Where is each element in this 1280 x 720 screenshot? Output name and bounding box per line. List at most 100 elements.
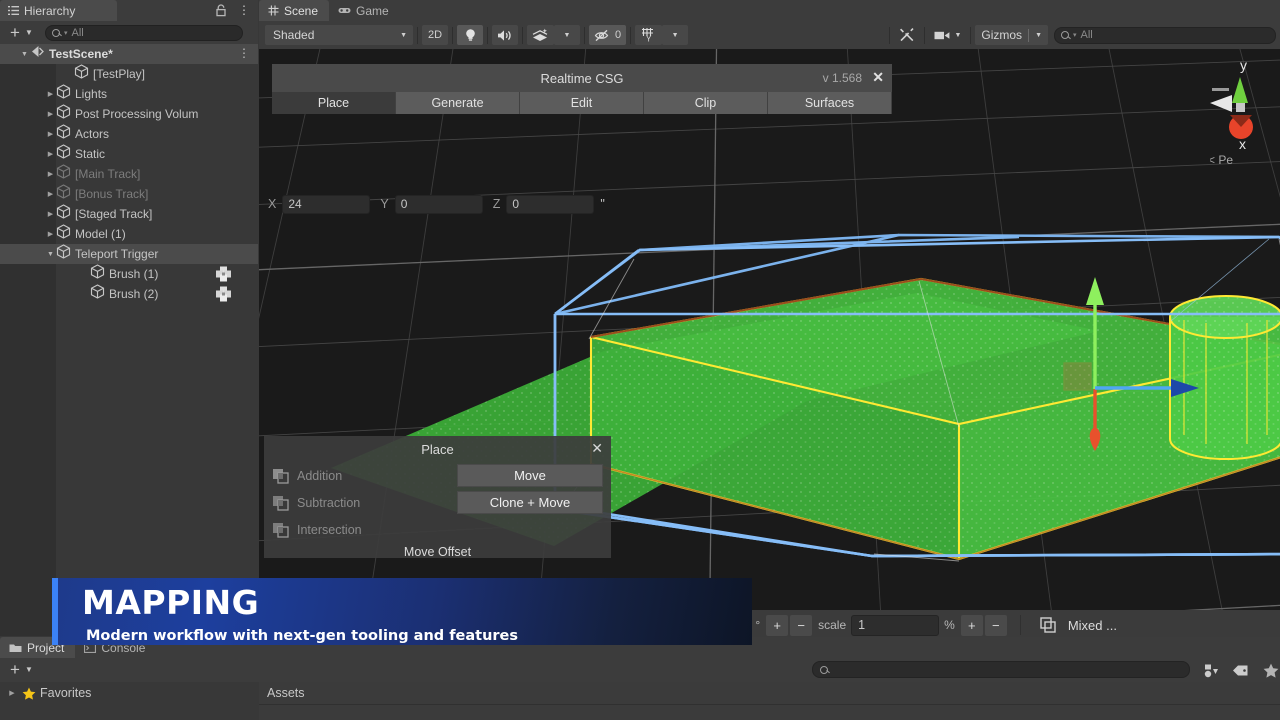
- tab-game[interactable]: Game: [329, 0, 400, 21]
- hierarchy-row-static[interactable]: ▶ Static: [0, 144, 258, 164]
- create-asset-dropdown-icon[interactable]: ▼: [25, 661, 37, 679]
- csg-tab-label: Place: [317, 96, 350, 110]
- grid-snapping-dropdown[interactable]: ▼: [662, 25, 689, 45]
- scale-snap-increase-button[interactable]: +: [960, 614, 983, 636]
- cube-icon: [56, 204, 73, 224]
- csg-tab-place[interactable]: Place: [272, 92, 396, 114]
- scene-hidden-objects-button[interactable]: 0: [589, 25, 627, 45]
- csg-tab-generate[interactable]: Generate: [396, 92, 520, 114]
- hierarchy-row-post-processing-volum[interactable]: ▶ Post Processing Volum: [0, 104, 258, 124]
- place-clone-move-button[interactable]: Clone + Move: [457, 491, 603, 514]
- scene-fx-dropdown[interactable]: ▼: [554, 25, 580, 45]
- csg-tab-edit[interactable]: Edit: [520, 92, 644, 114]
- favorite-star-button[interactable]: [1256, 660, 1280, 680]
- hierarchy-row-brush-1[interactable]: Brush (1): [0, 264, 258, 284]
- lock-icon[interactable]: [215, 4, 228, 17]
- angle-snap-decrease-button[interactable]: −: [790, 614, 813, 636]
- draw-mode-dropdown[interactable]: Shaded ▼: [265, 25, 413, 45]
- toolbar-divider: [417, 26, 418, 44]
- project-tree-item-favorites[interactable]: ▶ Favorites: [0, 682, 258, 704]
- offset-y-input[interactable]: 0: [394, 194, 483, 214]
- place-move-button[interactable]: Move: [457, 464, 603, 487]
- hierarchy-search-input[interactable]: ▾ All: [45, 24, 243, 41]
- csg-tab-clip[interactable]: Clip: [644, 92, 768, 114]
- hierarchy-row-bonus-track[interactable]: ▶ [Bonus Track]: [0, 184, 258, 204]
- hierarchy-row-brush-2[interactable]: Brush (2): [0, 284, 258, 304]
- expand-toggle-icon[interactable]: ▶: [45, 204, 56, 224]
- place-option-addition[interactable]: Addition: [272, 462, 457, 489]
- scene-viewport[interactable]: y x < Pe Realtime CSG v 1.568 ✕ Place Ge…: [259, 49, 1280, 636]
- scale-snap-decrease-button[interactable]: −: [984, 614, 1007, 636]
- project-search-input[interactable]: [812, 661, 1190, 678]
- hierarchy-row-lights[interactable]: ▶ Lights: [0, 84, 258, 104]
- hierarchy-row-testplay[interactable]: [TestPlay]: [0, 64, 258, 84]
- expand-toggle-icon[interactable]: ▼: [19, 44, 30, 64]
- create-asset-button[interactable]: +: [5, 661, 25, 679]
- close-icon[interactable]: ✕: [872, 68, 884, 86]
- tab-hierarchy-label: Hierarchy: [24, 3, 76, 18]
- gizmos-divider: [1028, 28, 1030, 42]
- axis-gizmo-y-label: y: [1240, 57, 1247, 73]
- hierarchy-row-model-1[interactable]: ▶ Model (1): [0, 224, 258, 244]
- hierarchy-row-label: Model (1): [75, 227, 126, 241]
- prefab-icon[interactable]: [215, 286, 232, 302]
- hierarchy-row-testscene[interactable]: ▼ TestScene* ⋮: [0, 44, 258, 64]
- place-dialog-title: Place: [421, 441, 454, 457]
- tools-icon: [899, 27, 915, 43]
- offset-z-input[interactable]: 0: [506, 194, 595, 214]
- scene-audio-button[interactable]: [492, 25, 518, 45]
- toolbar-divider: [970, 26, 972, 44]
- expand-toggle-icon[interactable]: ▶: [45, 164, 56, 184]
- hidden-object-count: 0: [615, 29, 622, 41]
- scale-snap-input[interactable]: 1: [851, 614, 940, 636]
- gizmos-dropdown-button[interactable]: Gizmos ▼: [975, 25, 1048, 45]
- expand-toggle-icon[interactable]: ▶: [45, 224, 56, 244]
- hierarchy-row-actors[interactable]: ▶ Actors: [0, 124, 258, 144]
- scene-tools-button[interactable]: [894, 25, 920, 45]
- expand-toggle-icon[interactable]: ▶: [45, 124, 56, 144]
- cube-icon: [56, 244, 73, 264]
- csg-tab-surfaces[interactable]: Surfaces: [768, 92, 892, 114]
- filter-type-button[interactable]: [1196, 660, 1225, 680]
- hierarchy-icon: [8, 5, 19, 16]
- add-object-dropdown-icon[interactable]: ▼: [25, 24, 37, 42]
- scene-camera-button[interactable]: ▼: [929, 25, 966, 45]
- tab-hierarchy[interactable]: Hierarchy: [0, 0, 117, 21]
- add-object-button[interactable]: +: [5, 24, 25, 42]
- scene-lighting-button[interactable]: [457, 25, 483, 45]
- toggle-2d-button[interactable]: 2D: [422, 25, 448, 45]
- grid-snapping-button[interactable]: Y: [635, 25, 663, 45]
- place-option-subtraction[interactable]: Subtraction: [272, 489, 457, 516]
- offset-x-input[interactable]: 24: [282, 194, 371, 214]
- angle-snap-increase-button[interactable]: +: [766, 614, 789, 636]
- hierarchy-row-teleport-trigger[interactable]: ▼ Teleport Trigger: [0, 244, 258, 264]
- place-option-intersection[interactable]: Intersection: [272, 516, 457, 543]
- hierarchy-menu-icon[interactable]: ⋮: [238, 3, 250, 18]
- scene-axis-gizmo[interactable]: y x < Pe: [1210, 57, 1280, 167]
- hierarchy-row-main-track[interactable]: ▶ [Main Track]: [0, 164, 258, 184]
- scene-fx-button[interactable]: [527, 25, 554, 45]
- favorites-label: Favorites: [40, 686, 92, 700]
- assets-breadcrumb[interactable]: Assets: [259, 682, 1280, 705]
- cube-icon: [56, 184, 73, 204]
- filter-label-button[interactable]: [1226, 660, 1255, 680]
- close-icon[interactable]: ✕: [591, 439, 603, 457]
- tab-scene[interactable]: Scene: [259, 0, 330, 21]
- search-icon: [52, 28, 60, 37]
- folder-icon: [9, 643, 22, 653]
- expand-toggle-icon[interactable]: ▼: [45, 244, 56, 264]
- chevron-right-icon[interactable]: ▶: [6, 689, 18, 697]
- expand-toggle-icon[interactable]: ▶: [45, 104, 56, 124]
- chevron-down-icon: ▼: [563, 31, 571, 39]
- realtime-csg-window: Realtime CSG v 1.568 ✕ Place Generate Edit…: [272, 64, 892, 114]
- hierarchy-row-staged-track[interactable]: ▶ [Staged Track]: [0, 204, 258, 224]
- favorite-star-icon: [1263, 663, 1279, 678]
- prefab-icon[interactable]: [215, 266, 232, 282]
- scene-context-menu-icon[interactable]: ⋮: [238, 46, 250, 60]
- expand-toggle-icon[interactable]: ▶: [45, 144, 56, 164]
- expand-toggle-icon[interactable]: ▶: [45, 84, 56, 104]
- mixed-brush-button[interactable]: [1033, 614, 1063, 636]
- expand-toggle-icon[interactable]: ▶: [45, 184, 56, 204]
- scene-search-input[interactable]: ▾ All: [1054, 26, 1276, 44]
